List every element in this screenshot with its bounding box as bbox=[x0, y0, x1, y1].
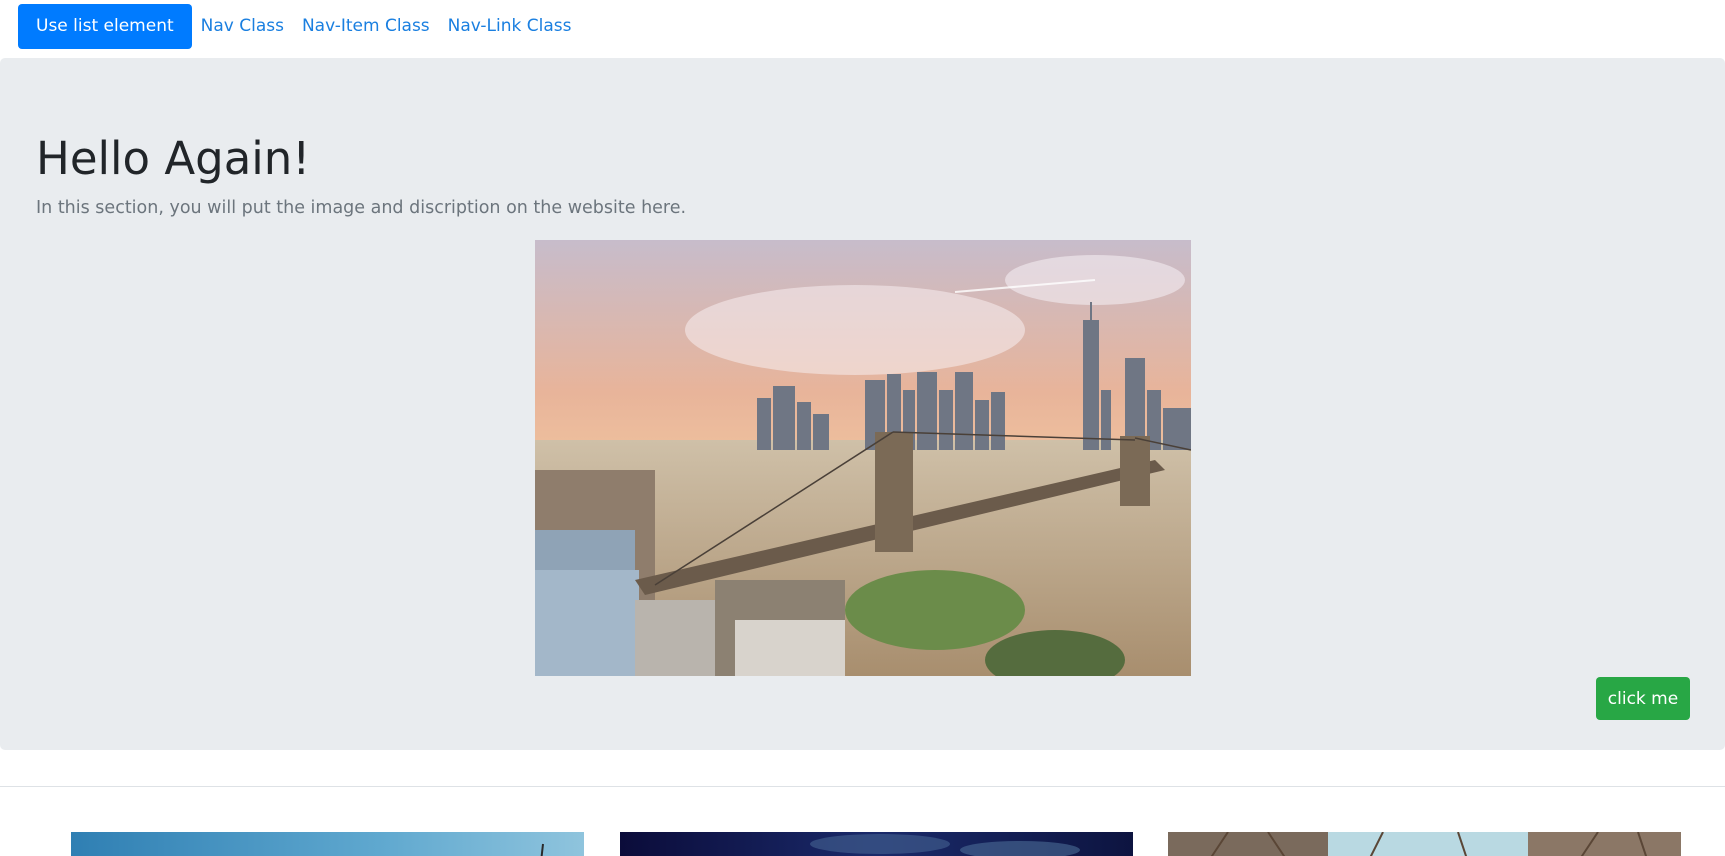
trees-photo bbox=[1168, 832, 1681, 856]
nav-item-nav-link-class[interactable]: Nav-Link Class bbox=[439, 4, 581, 49]
city-skyline-bridge-photo bbox=[535, 240, 1191, 676]
click-me-button[interactable]: click me bbox=[1596, 677, 1690, 720]
section-divider bbox=[0, 786, 1725, 787]
top-nav: Use list element Nav Class Nav-Item Clas… bbox=[18, 4, 581, 49]
hero-lead-text: In this section, you will put the image … bbox=[36, 198, 687, 218]
hero-jumbotron: Hello Again! In this section, you will p… bbox=[0, 58, 1725, 750]
nav-item-nav-class[interactable]: Nav Class bbox=[192, 4, 293, 49]
sky-photo bbox=[71, 832, 584, 856]
night-city-photo bbox=[620, 832, 1133, 856]
nav-item-nav-item-class[interactable]: Nav-Item Class bbox=[293, 4, 439, 49]
hero-title: Hello Again! bbox=[36, 132, 311, 185]
nav-item-use-list-element[interactable]: Use list element bbox=[18, 4, 192, 49]
